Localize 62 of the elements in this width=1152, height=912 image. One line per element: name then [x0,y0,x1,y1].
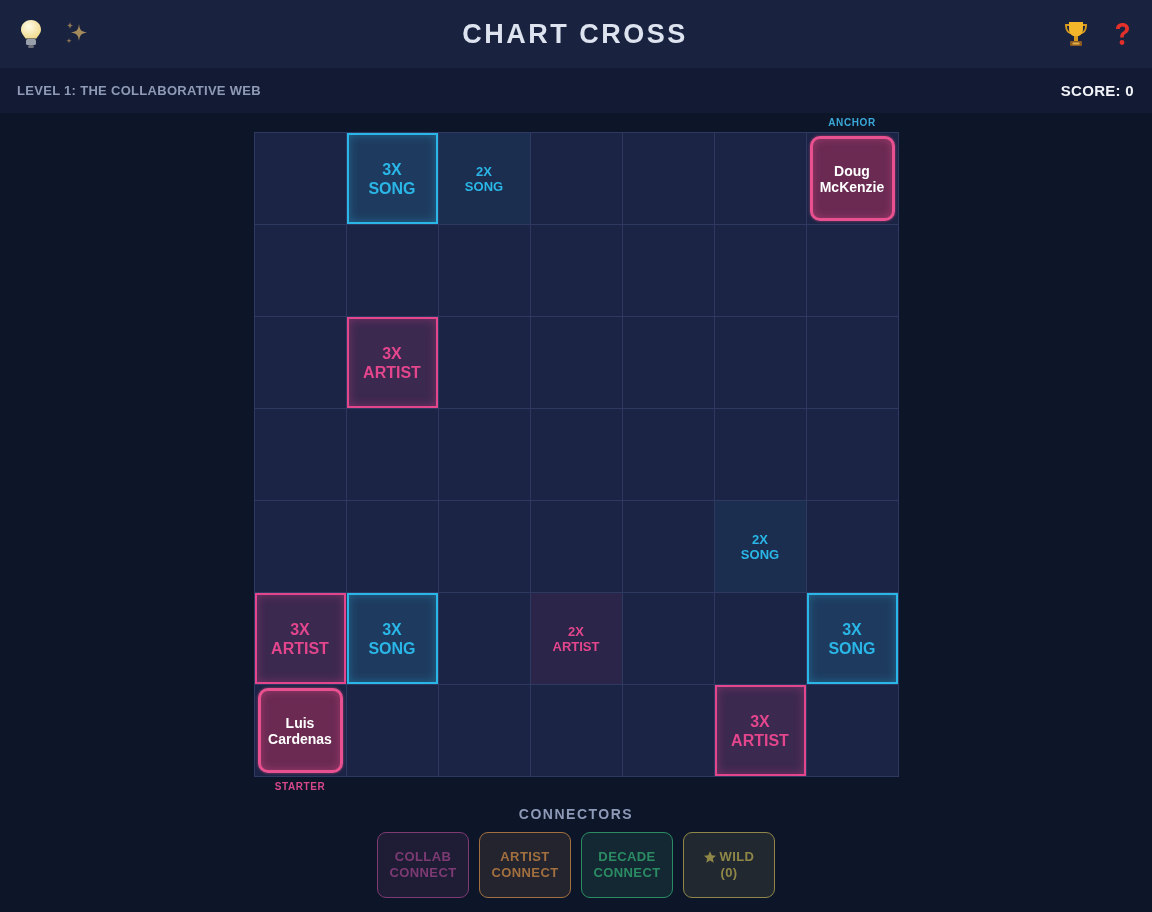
grid-cell[interactable] [714,317,806,408]
bonus-tile[interactable]: 2X SONG [714,501,806,592]
player-tile[interactable]: Luis Cardenas [257,688,343,773]
star-icon [703,851,716,863]
score-text: SCORE: 0 [1060,82,1134,99]
bonus-tile[interactable]: 3X ARTIST [254,593,346,684]
grid-cell[interactable] [346,685,438,776]
wild-button[interactable]: WILD (0) [683,832,775,898]
connectors-heading: CONNECTORS [518,806,634,822]
grid-cell[interactable] [806,317,898,408]
bonus-tile[interactable]: 2X SONG [438,133,530,224]
connector-button[interactable]: ARTIST CONNECT [479,832,571,898]
grid-cell[interactable] [438,225,530,316]
bonus-tile[interactable]: 3X ARTIST [714,685,806,776]
role-label: ANCHOR [827,117,877,128]
player-tile[interactable]: Doug McKenzie [809,136,895,221]
grid-cell[interactable] [254,501,346,592]
connector-button[interactable]: DECADE CONNECT [581,832,673,898]
bonus-tile[interactable]: 2X ARTIST [530,593,622,684]
grid-cell[interactable] [346,225,438,316]
grid-cell[interactable] [530,685,622,776]
bonus-tile[interactable]: 3X ARTIST [346,317,438,408]
grid-cell[interactable] [806,685,898,776]
grid-cell[interactable] [438,501,530,592]
grid-cell[interactable] [254,409,346,500]
grid-cell[interactable] [622,317,714,408]
grid-cell[interactable] [622,593,714,684]
grid-cell[interactable] [806,409,898,500]
grid-cell[interactable] [530,317,622,408]
grid-cell[interactable] [254,133,346,224]
help-icon[interactable] [1114,22,1130,46]
game-title: CHART CROSS [462,18,688,50]
grid-cell[interactable] [254,225,346,316]
grid-cell[interactable] [438,317,530,408]
trophy-icon[interactable] [1062,20,1090,48]
bonus-tile[interactable]: 3X SONG [806,593,898,684]
grid-cell[interactable] [438,593,530,684]
grid-cell[interactable] [254,317,346,408]
grid-cell[interactable] [714,593,806,684]
grid-cell[interactable] [622,409,714,500]
grid-cell[interactable] [714,409,806,500]
grid-cell[interactable] [530,501,622,592]
grid-cell[interactable] [622,501,714,592]
level-title: LEVEL 1: THE COLLABORATIVE WEB [17,83,261,98]
bonus-tile[interactable]: 3X SONG [346,593,438,684]
grid-cell[interactable] [438,685,530,776]
grid-cell[interactable] [714,133,806,224]
bonus-tile[interactable]: 3X SONG [346,133,438,224]
grid-cell[interactable] [622,133,714,224]
grid-cell[interactable] [530,409,622,500]
grid-cell[interactable] [622,685,714,776]
grid-cell[interactable] [806,225,898,316]
role-label: STARTER [273,781,327,792]
grid-cell[interactable] [346,409,438,500]
grid-cell[interactable] [530,225,622,316]
grid-cell[interactable] [346,501,438,592]
lightbulb-icon[interactable] [20,19,42,49]
grid-cell[interactable] [438,409,530,500]
grid-cell[interactable] [714,225,806,316]
grid-cell[interactable] [622,225,714,316]
grid-cell[interactable] [530,133,622,224]
grid-cell[interactable] [806,501,898,592]
